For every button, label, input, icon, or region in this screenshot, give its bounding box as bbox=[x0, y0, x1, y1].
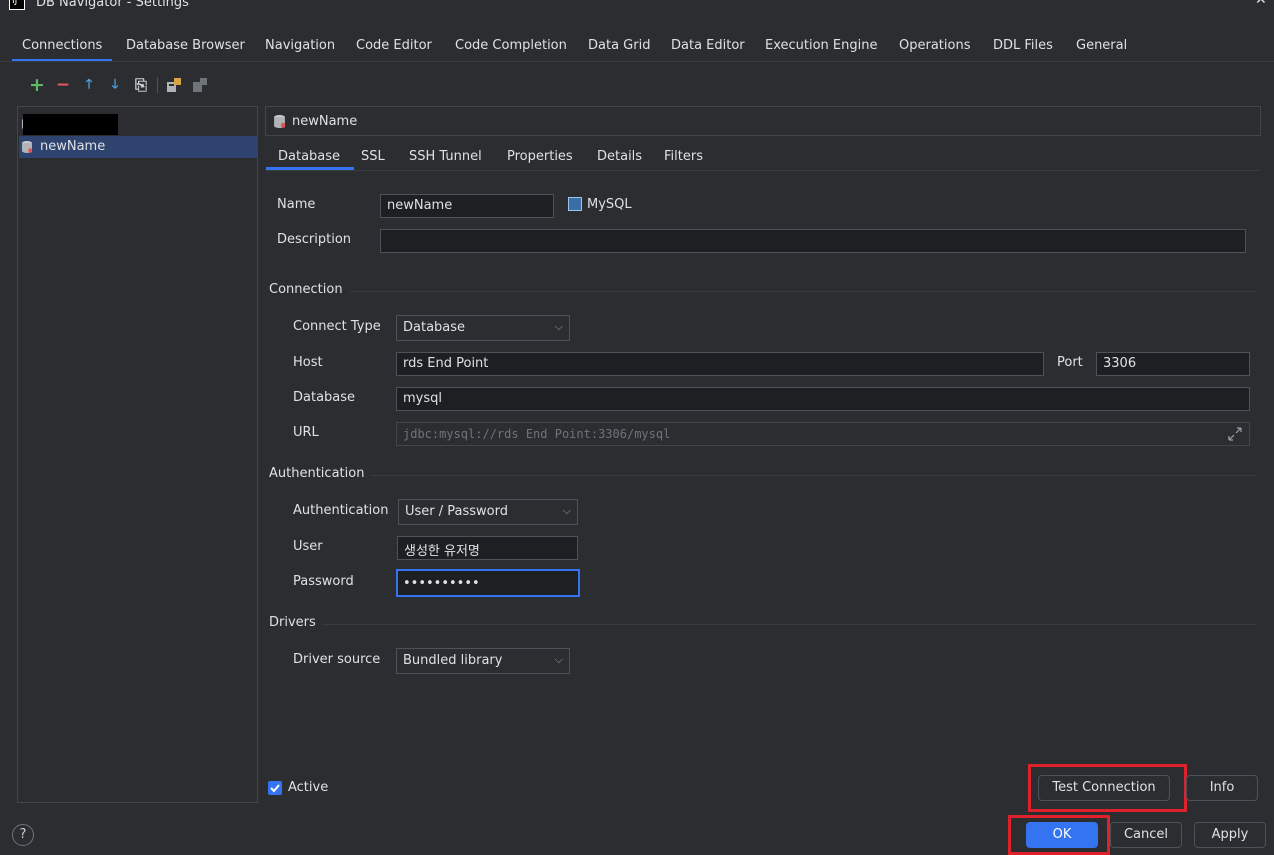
tab-data-editor[interactable]: Data Editor bbox=[671, 38, 745, 62]
copy-icon[interactable]: ⎘ bbox=[132, 76, 150, 94]
database-icon bbox=[22, 141, 32, 153]
authentication-select[interactable]: User / Password ⌵ bbox=[398, 499, 578, 525]
app-icon: IJ bbox=[9, 0, 25, 10]
name-label: Name bbox=[277, 197, 316, 212]
connection-header: newName bbox=[265, 106, 1261, 136]
port-label: Port bbox=[1057, 355, 1083, 370]
cancel-button[interactable]: Cancel bbox=[1110, 822, 1182, 848]
authentication-section-title: Authentication bbox=[269, 466, 365, 481]
tab-database[interactable]: Database bbox=[265, 149, 355, 170]
window-title: DB Navigator - Settings bbox=[36, 0, 189, 10]
remove-icon[interactable]: − bbox=[54, 76, 72, 94]
import-icon[interactable] bbox=[166, 77, 182, 93]
url-label: URL bbox=[293, 425, 319, 440]
database-label: Database bbox=[293, 390, 356, 405]
tab-general[interactable]: General bbox=[1076, 38, 1127, 62]
connect-type-value: Database bbox=[403, 320, 466, 335]
add-icon[interactable]: + bbox=[28, 76, 46, 95]
database-icon bbox=[274, 115, 285, 128]
tab-operations[interactable]: Operations bbox=[899, 38, 970, 62]
url-input[interactable]: jdbc:mysql://rds End Point:3306/mysql bbox=[396, 422, 1250, 446]
port-input[interactable]: 3306 bbox=[1096, 352, 1250, 376]
drivers-section-title: Drivers bbox=[269, 615, 316, 630]
chevron-down-icon: ⌵ bbox=[562, 504, 571, 517]
check-icon bbox=[270, 784, 280, 793]
tab-ssh-tunnel[interactable]: SSH Tunnel bbox=[409, 149, 482, 164]
connect-type-select[interactable]: Database ⌵ bbox=[396, 315, 570, 341]
tab-details[interactable]: Details bbox=[597, 149, 642, 164]
driver-source-label: Driver source bbox=[293, 652, 381, 667]
inner-tabs-divider bbox=[265, 170, 1261, 171]
tree-item-label: newName bbox=[40, 139, 106, 154]
ok-button[interactable]: OK bbox=[1026, 822, 1098, 848]
expand-icon[interactable] bbox=[1227, 426, 1243, 442]
chevron-down-icon: ⌵ bbox=[554, 653, 563, 666]
password-input[interactable]: •••••••••• bbox=[396, 569, 580, 597]
tree-item-newname[interactable]: newName bbox=[19, 136, 258, 158]
connection-section-title: Connection bbox=[269, 282, 343, 297]
tabs-divider bbox=[0, 61, 1274, 62]
description-label: Description bbox=[277, 232, 352, 247]
connection-name: newName bbox=[292, 114, 358, 129]
connections-tree: newName bbox=[17, 106, 258, 803]
driver-source-select[interactable]: Bundled library ⌵ bbox=[396, 648, 570, 674]
tab-properties[interactable]: Properties bbox=[507, 149, 573, 164]
tab-database-browser[interactable]: Database Browser bbox=[126, 38, 245, 62]
database-input[interactable]: mysql bbox=[396, 387, 1250, 411]
test-connection-button[interactable]: Test Connection bbox=[1038, 775, 1170, 801]
authentication-value: User / Password bbox=[405, 504, 508, 519]
authentication-label: Authentication bbox=[293, 503, 389, 518]
mysql-icon bbox=[568, 197, 582, 211]
active-label: Active bbox=[288, 780, 329, 795]
move-down-icon[interactable]: 🡓 bbox=[106, 76, 124, 94]
host-label: Host bbox=[293, 355, 323, 370]
name-input[interactable]: newName bbox=[380, 194, 554, 218]
toolbar-separator bbox=[157, 77, 158, 93]
password-label: Password bbox=[293, 574, 354, 589]
section-divider bbox=[322, 624, 1256, 625]
tree-item-connection[interactable] bbox=[19, 113, 258, 135]
chevron-down-icon: ⌵ bbox=[554, 320, 563, 333]
tab-ddl-files[interactable]: DDL Files bbox=[993, 38, 1053, 62]
export-icon[interactable] bbox=[192, 77, 208, 93]
apply-button[interactable]: Apply bbox=[1194, 822, 1266, 848]
section-divider bbox=[350, 291, 1256, 292]
title-bar: IJ DB Navigator - Settings ✕ bbox=[0, 0, 1274, 14]
tab-ssl[interactable]: SSL bbox=[361, 149, 385, 164]
active-checkbox[interactable] bbox=[268, 781, 282, 795]
tab-code-editor[interactable]: Code Editor bbox=[356, 38, 432, 62]
db-type-label: MySQL bbox=[587, 197, 632, 212]
tab-code-completion[interactable]: Code Completion bbox=[455, 38, 567, 62]
move-up-icon[interactable]: 🡑 bbox=[80, 76, 98, 94]
tab-filters[interactable]: Filters bbox=[664, 149, 703, 164]
tab-connections[interactable]: Connections bbox=[11, 38, 113, 62]
section-divider bbox=[370, 475, 1256, 476]
tab-execution-engine[interactable]: Execution Engine bbox=[765, 38, 877, 62]
help-icon[interactable]: ? bbox=[12, 824, 34, 846]
tab-data-grid[interactable]: Data Grid bbox=[588, 38, 650, 62]
user-input[interactable]: 생성한 유저명 bbox=[397, 536, 578, 560]
host-input[interactable]: rds End Point bbox=[396, 352, 1044, 376]
info-button[interactable]: Info bbox=[1186, 775, 1258, 801]
description-input[interactable] bbox=[380, 229, 1246, 253]
tree-item-label bbox=[23, 114, 118, 135]
connect-type-label: Connect Type bbox=[293, 319, 381, 334]
user-label: User bbox=[293, 539, 323, 554]
close-icon[interactable]: ✕ bbox=[1255, 0, 1267, 8]
tab-navigation[interactable]: Navigation bbox=[265, 38, 335, 62]
driver-source-value: Bundled library bbox=[403, 653, 503, 668]
